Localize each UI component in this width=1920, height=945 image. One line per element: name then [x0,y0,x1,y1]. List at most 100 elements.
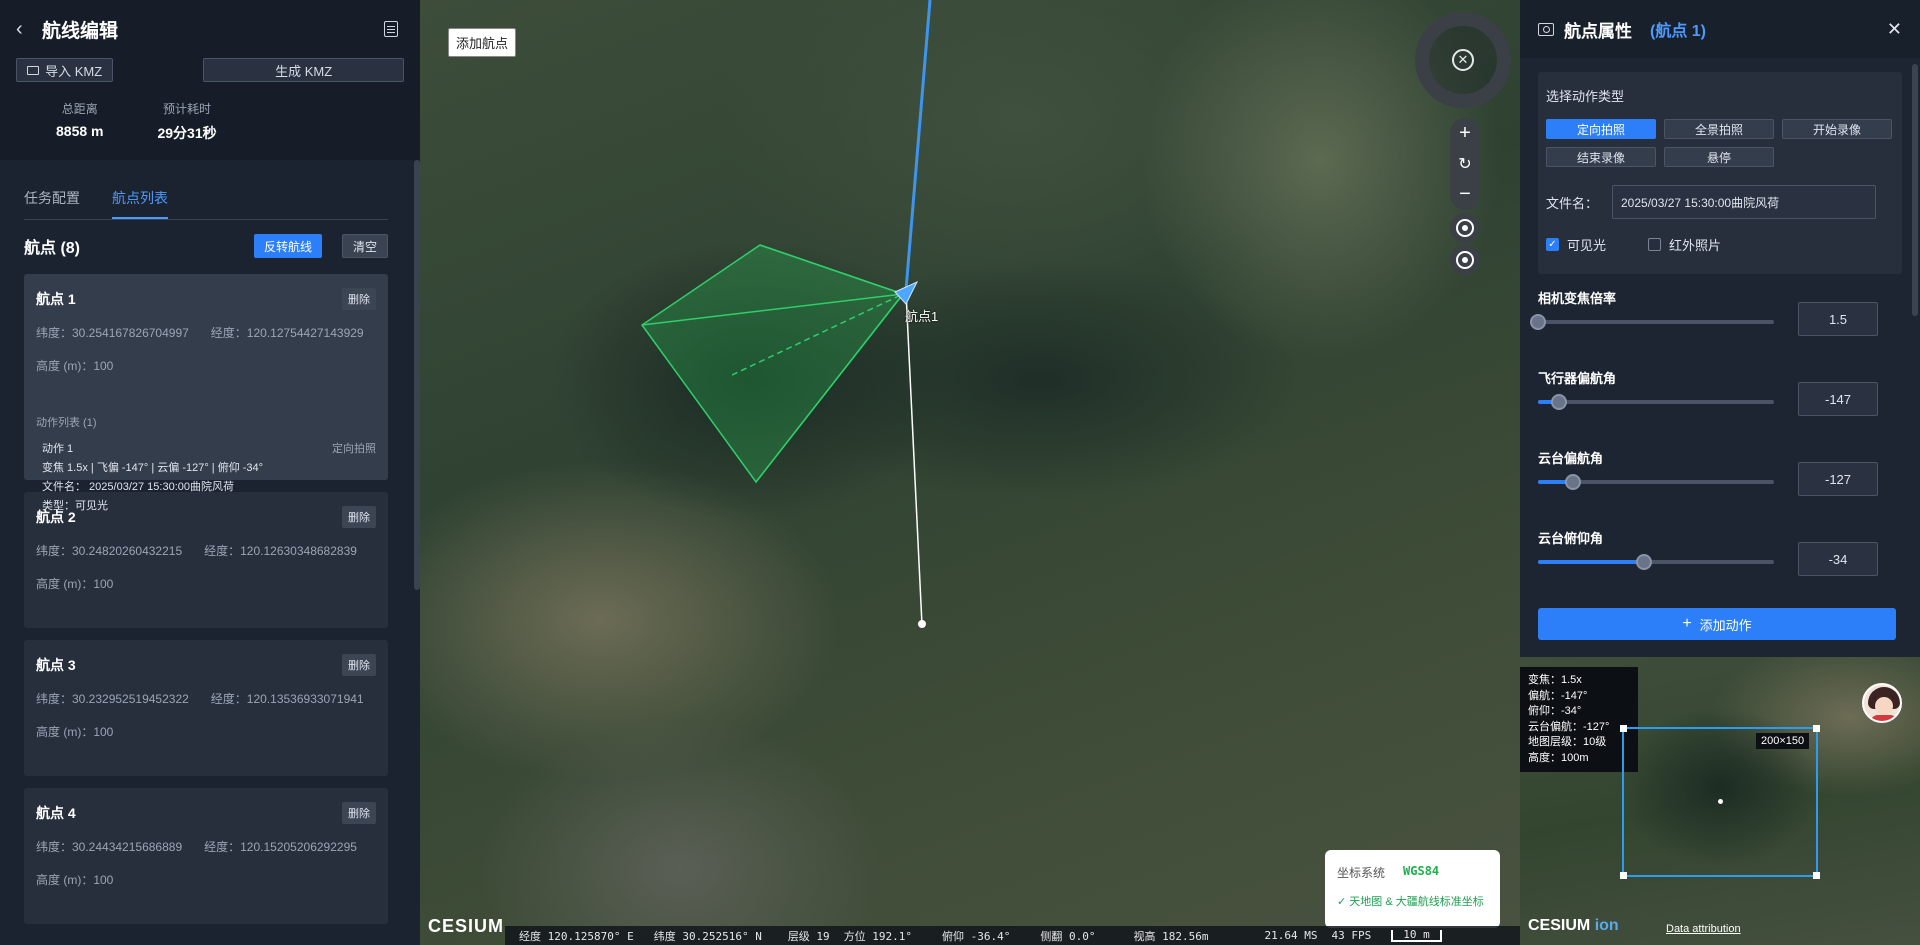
waypoint-name: 航点 2 [36,509,76,525]
slider-knob[interactable] [1565,474,1582,490]
slider-track[interactable] [1538,394,1774,410]
stat-duration: 预计耗时 29分31秒 [157,100,216,143]
reverse-route-button[interactable]: 反转航线 [253,234,322,258]
waypoint-coords: 纬度：30.254167826704997 经度：120.12754427143… [36,324,376,341]
frame-handle[interactable] [1813,872,1820,879]
waypoint-lng: 经度：120.12754427143929 [210,326,364,340]
preview-info-line: 云台偏航：-127° [1528,720,1610,733]
slider-track[interactable] [1538,474,1774,490]
action-chip-panorama[interactable]: 全景拍照 [1664,119,1774,139]
action-chip-hover[interactable]: 悬停 [1664,147,1774,167]
waypoint-name: 航点 4 [36,805,76,821]
waypoint-card[interactable]: 航点 2 删除 纬度：30.24820260432215 经度：120.1263… [24,492,388,628]
slider-label: 云台俯仰角 [1538,531,1604,546]
zoom-in-icon[interactable]: + [1459,122,1471,145]
slider-value[interactable]: 1.5 [1798,302,1878,336]
delete-waypoint-button[interactable]: 删除 [342,288,376,310]
preview-info-line: 偏航：-147° [1528,689,1588,702]
slider-knob[interactable] [1551,394,1568,410]
filename-input[interactable]: 2025/03/27 15:30:00曲院风荷 [1612,185,1876,219]
add-waypoint-button[interactable]: 添加航点 [448,28,517,57]
waypoint-height: 高度 (m)：100 [36,873,114,887]
waypoint-card-header: 航点 2 删除 [36,506,376,528]
action-chip-start-record[interactable]: 开始录像 [1782,119,1892,139]
zoom-slider-block: 相机变焦倍率 1.5 [1520,288,1920,368]
camera-preview[interactable]: 变焦：1.5x 偏航：-147° 俯仰：-34° 云台偏航：-127° 地图层级… [1520,657,1920,945]
gimbal-pitch-slider-block: 云台俯仰角 -34 [1520,528,1920,608]
waypoint-card[interactable]: 航点 4 删除 纬度：30.24434215686889 经度：120.1520… [24,788,388,924]
back-icon[interactable]: ‹ [16,18,32,41]
import-kmz-label: 导入 KMZ [45,63,103,79]
zoom-controls: + ↻ − [1450,118,1480,210]
infrared-checkbox[interactable]: 红外照片 [1648,235,1721,254]
preview-info-line: 高度：100m [1528,751,1589,764]
waypoint-card[interactable]: 航点 3 删除 纬度：30.232952519452322 经度：120.135… [24,640,388,776]
plus-icon: + [1682,615,1692,632]
fullscreen-control[interactable] [1450,213,1480,243]
compass-control[interactable]: ✕ [1415,12,1511,108]
slider-value[interactable]: -34 [1798,542,1878,576]
capture-frame[interactable] [1620,725,1820,879]
add-action-button[interactable]: + 添加动作 [1538,608,1896,640]
document-icon[interactable] [384,21,398,37]
data-attribution-link[interactable]: Data attribution [1666,923,1741,935]
status-distance: 视高 182.56m [1133,929,1209,943]
generate-kmz-button[interactable]: 生成 KMZ [203,58,404,82]
waypoint-lng: 经度：120.13536933071941 [210,692,364,706]
app: ‹ 航线编辑 导入 KMZ 生成 KMZ 总距离 8858 m 预计耗时 29分… [0,0,1920,945]
frame-size-label: 200×150 [1756,733,1810,749]
slider-knob[interactable] [1636,554,1653,570]
action-chip-stop-record[interactable]: 结束录像 [1546,147,1656,167]
waypoint-list: 航点 1 删除 纬度：30.254167826704997 经度：120.127… [24,274,388,936]
kmz-buttons: 导入 KMZ 生成 KMZ [16,58,404,82]
slider-track[interactable] [1538,554,1774,570]
waypoint-card[interactable]: 航点 1 删除 纬度：30.254167826704997 经度：120.127… [24,274,388,512]
frame-center-dot [1718,799,1723,804]
slider-label: 飞行器偏航角 [1538,371,1617,386]
tab-waypoint-list[interactable]: 航点列表 [112,188,168,219]
compass-icon[interactable]: ✕ [1452,49,1474,71]
waypoint-lng: 经度：120.12630348682839 [204,544,357,558]
delete-waypoint-button[interactable]: 删除 [342,506,376,528]
frame-handle[interactable] [1620,725,1627,732]
action-chip-directional-photo[interactable]: 定向拍照 [1546,119,1656,139]
map-view[interactable]: 添加航点 航点1 ✕ + ↻ − 坐标系统 WGS84 ✓ 天地图 & 大疆航线… [420,0,1520,945]
tab-task-config[interactable]: 任务配置 [24,188,80,219]
delete-waypoint-button[interactable]: 删除 [342,802,376,824]
aircraft-yaw-slider-block: 飞行器偏航角 -147 [1520,368,1920,448]
waypoint-lat: 纬度：30.24820260432215 [36,544,183,558]
frame-handle[interactable] [1813,725,1820,732]
visible-light-checkbox[interactable]: ✓ 可见光 [1546,235,1606,254]
stat-value: 29分31秒 [157,125,217,141]
infrared-label: 红外照片 [1669,238,1722,253]
clear-button[interactable]: 清空 [341,234,388,258]
reset-view-icon[interactable]: ↻ [1458,154,1471,174]
status-fps: 43 FPS [1331,929,1372,942]
action-config: 选择动作类型 定向拍照 全景拍照 开始录像 结束录像 悬停 文件名： 2025/… [1538,72,1902,274]
waypoint-marker-2[interactable] [918,620,926,628]
waypoint-coords: 纬度：30.232952519452322 经度：120.13536933071… [36,690,376,707]
slider-label: 云台偏航角 [1538,451,1604,466]
waypoint-name: 航点 1 [36,291,76,307]
slider-knob[interactable] [1530,314,1546,330]
locate-control[interactable] [1450,245,1480,275]
cesium-text: CESIUM [1528,917,1591,934]
route-editor-panel: ‹ 航线编辑 导入 KMZ 生成 KMZ 总距离 8858 m 预计耗时 29分… [0,0,420,945]
zoom-out-icon[interactable]: − [1459,183,1471,206]
stat-distance: 总距离 8858 m [56,100,103,143]
slider-track[interactable] [1530,314,1774,330]
frame-handle[interactable] [1620,872,1627,879]
slider-value[interactable]: -127 [1798,462,1878,496]
import-kmz-button[interactable]: 导入 KMZ [16,58,114,82]
route-overlay [640,0,932,628]
slider-value[interactable]: -147 [1798,382,1878,416]
checkbox-icon [1648,238,1662,251]
coordinate-system-panel: 坐标系统 WGS84 ✓ 天地图 & 大疆航线标准坐标 [1325,850,1500,928]
right-scrollbar[interactable] [1912,64,1918,316]
delete-waypoint-button[interactable]: 删除 [342,654,376,676]
photo-type-checks: ✓ 可见光 红外照片 [1546,235,1894,254]
avatar[interactable] [1862,683,1902,723]
locate-icon [1456,251,1474,269]
close-icon[interactable]: ✕ [1887,19,1902,40]
coord-system-label: 坐标系统 [1337,866,1386,880]
